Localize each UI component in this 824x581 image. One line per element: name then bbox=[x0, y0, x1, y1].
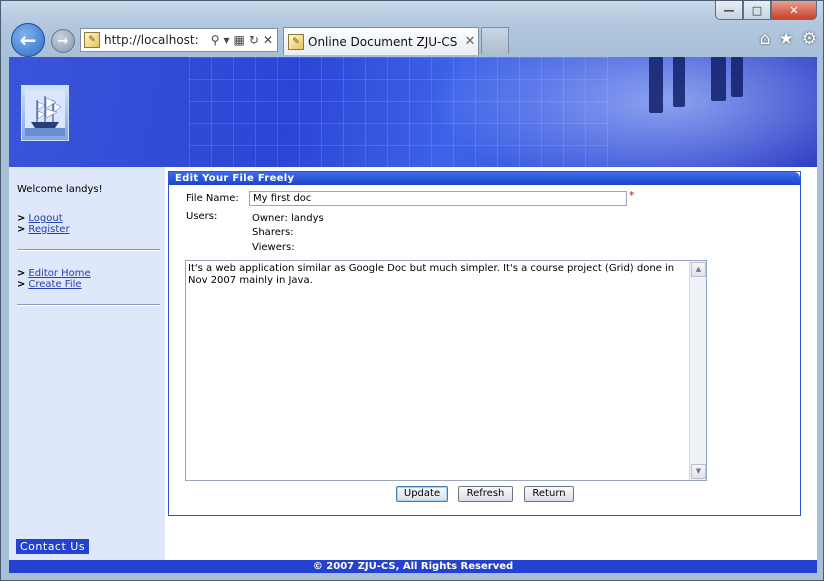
tab-title: Online Document ZJU-CS bbox=[308, 34, 458, 49]
refresh-icon[interactable]: ↻ bbox=[249, 33, 259, 47]
banner-figure-decoration bbox=[673, 57, 685, 107]
banner-figure-decoration bbox=[731, 57, 743, 97]
editor-links: > Editor Home > Create File bbox=[17, 268, 91, 290]
update-button[interactable]: Update bbox=[396, 486, 448, 502]
return-button[interactable]: Return bbox=[524, 486, 574, 502]
compatibility-view-icon[interactable]: ▦ bbox=[234, 33, 245, 47]
sidebar-divider bbox=[17, 249, 160, 251]
document-content-text[interactable]: It's a web application similar as Google… bbox=[188, 263, 690, 287]
minimize-icon: — bbox=[723, 3, 735, 17]
edit-file-panel: Edit Your File Freely File Name: My firs… bbox=[168, 171, 801, 516]
dropdown-icon[interactable]: ▾ bbox=[224, 33, 230, 47]
address-actions: ⚲ ▾ ▦ ↻ ✕ bbox=[211, 33, 277, 47]
register-link[interactable]: Register bbox=[28, 224, 69, 235]
minimize-button[interactable]: — bbox=[715, 1, 743, 20]
favorites-icon[interactable]: ★ bbox=[779, 29, 794, 49]
contact-us-link[interactable]: Contact Us bbox=[16, 539, 90, 554]
refresh-button[interactable]: Refresh bbox=[458, 486, 513, 502]
browser-toolbar: ← → ✎ http://localhost: ⚲ ▾ ▦ ↻ ✕ ✎ Onli… bbox=[1, 21, 824, 57]
sidebar: Welcome landys! > Logout > Register > Edito… bbox=[9, 167, 165, 560]
forward-button[interactable]: → bbox=[51, 29, 75, 53]
logout-link[interactable]: Logout bbox=[28, 213, 62, 224]
home-icon[interactable]: ⌂ bbox=[760, 29, 771, 49]
file-name-label: File Name: bbox=[186, 193, 239, 204]
site-logo bbox=[21, 85, 69, 141]
stop-icon[interactable]: ✕ bbox=[263, 33, 273, 47]
panel-title: Edit Your File Freely bbox=[169, 172, 800, 185]
page-content: Welcome landys! > Logout > Register > Edito… bbox=[9, 57, 817, 573]
tab-online-document[interactable]: ✎ Online Document ZJU-CS ✕ bbox=[283, 27, 479, 55]
sailing-ship-icon bbox=[25, 90, 65, 136]
viewers-text: Viewers: bbox=[252, 242, 295, 253]
sidebar-divider bbox=[17, 304, 160, 306]
address-url[interactable]: http://localhost: bbox=[104, 33, 211, 47]
tab-favicon-icon: ✎ bbox=[288, 33, 304, 50]
header-banner bbox=[9, 57, 817, 167]
owner-text: Owner: landys bbox=[252, 213, 324, 224]
back-arrow-icon: ← bbox=[19, 28, 37, 52]
required-marker: * bbox=[629, 189, 635, 202]
banner-figure-decoration bbox=[649, 57, 663, 113]
arrow-icon: > bbox=[17, 224, 26, 235]
arrow-icon: > bbox=[17, 213, 26, 224]
scroll-down-icon[interactable]: ▼ bbox=[691, 464, 706, 479]
account-links: > Logout > Register bbox=[17, 213, 70, 235]
new-tab-button[interactable] bbox=[481, 27, 509, 54]
editor-home-link[interactable]: Editor Home bbox=[28, 268, 90, 279]
sidebar-item-create-file: > Create File bbox=[17, 279, 91, 290]
sidebar-item-register: > Register bbox=[17, 224, 70, 235]
forward-arrow-icon: → bbox=[57, 33, 69, 49]
sharers-text: Sharers: bbox=[252, 227, 294, 238]
sidebar-item-editor-home: > Editor Home bbox=[17, 268, 91, 279]
textarea-scrollbar[interactable]: ▲ ▼ bbox=[689, 261, 706, 480]
back-button[interactable]: ← bbox=[11, 23, 45, 57]
maximize-icon: □ bbox=[751, 3, 763, 17]
window-controls: — □ ✕ bbox=[715, 1, 817, 20]
browser-right-icons: ⌂ ★ ⚙ bbox=[760, 29, 817, 49]
tab-close-icon[interactable]: ✕ bbox=[462, 34, 478, 49]
file-name-input[interactable]: My first doc bbox=[249, 191, 627, 206]
close-icon: ✕ bbox=[789, 3, 799, 17]
document-content-textarea[interactable]: It's a web application similar as Google… bbox=[185, 260, 707, 481]
banner-glow-decoration bbox=[429, 57, 817, 167]
scroll-up-icon[interactable]: ▲ bbox=[691, 262, 706, 277]
browser-window: — □ ✕ ← → ✎ http://localhost: ⚲ ▾ ▦ ↻ ✕ … bbox=[0, 0, 824, 581]
page-favicon-icon: ✎ bbox=[84, 32, 100, 48]
arrow-icon: > bbox=[17, 268, 26, 279]
sidebar-item-logout: > Logout bbox=[17, 213, 70, 224]
create-file-link[interactable]: Create File bbox=[28, 279, 81, 290]
maximize-button[interactable]: □ bbox=[743, 1, 771, 20]
page-footer: © 2007 ZJU-CS, All Rights Reserved bbox=[9, 560, 817, 573]
banner-figure-decoration bbox=[711, 57, 726, 101]
users-label: Users: bbox=[186, 211, 218, 222]
search-icon[interactable]: ⚲ bbox=[211, 33, 220, 47]
arrow-icon: > bbox=[17, 279, 26, 290]
address-bar[interactable]: ✎ http://localhost: ⚲ ▾ ▦ ↻ ✕ bbox=[80, 28, 278, 52]
tools-gear-icon[interactable]: ⚙ bbox=[802, 29, 817, 49]
welcome-text: Welcome landys! bbox=[17, 184, 103, 195]
close-window-button[interactable]: ✕ bbox=[771, 1, 817, 20]
